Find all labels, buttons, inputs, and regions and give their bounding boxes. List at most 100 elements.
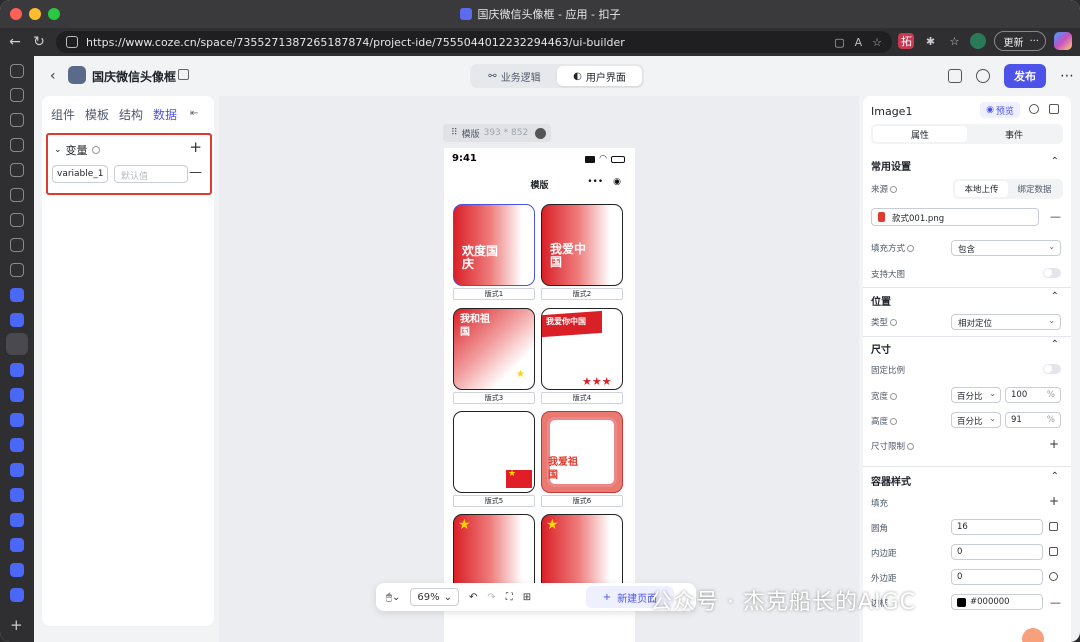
new-tab-plus-icon[interactable]: + (10, 616, 23, 634)
variable-name-input[interactable]: variable_1 (52, 165, 108, 183)
width-unit-select[interactable]: 百分比 ⌄ (951, 387, 1001, 403)
collapse-panel-icon[interactable]: ⇤ (190, 108, 202, 119)
tab-icon[interactable] (10, 188, 24, 202)
grid-icon[interactable]: ⊞ (523, 592, 531, 603)
reader-mode-icon[interactable]: ▢ (834, 36, 844, 49)
close-window-button[interactable] (10, 8, 22, 20)
zoom-select[interactable]: 69% ⌄ (410, 588, 460, 606)
margin-input[interactable]: 0 (951, 569, 1043, 585)
coze-tab-icon[interactable] (10, 513, 24, 527)
tab-data[interactable]: 数据 (153, 106, 177, 123)
coze-tab-icon[interactable] (10, 488, 24, 502)
copilot-icon[interactable] (1054, 32, 1072, 50)
frame-label[interactable]: ⠿ 模版 393 * 852 (443, 124, 551, 142)
remove-variable-button[interactable]: — (189, 165, 202, 180)
panel-menu-icon[interactable] (1049, 104, 1059, 114)
template-card[interactable]: 我和祖国 ★ (453, 308, 535, 390)
margin-icon[interactable] (1049, 572, 1058, 581)
favorite-star-icon[interactable]: ☆ (872, 36, 882, 49)
fill-mode-select[interactable]: 包含 ⌄ (951, 240, 1061, 256)
chevron-up-icon[interactable]: ⌃ (1051, 339, 1059, 350)
tab-structure[interactable]: 结构 (119, 106, 143, 123)
add-fill-button[interactable]: + (1049, 494, 1059, 508)
back-chevron-icon[interactable]: ‹ (50, 68, 56, 84)
template-card[interactable]: 我爱你中国 ★★★ (541, 308, 623, 390)
tab-components[interactable]: 组件 (51, 106, 75, 123)
mouse-mode-icon[interactable]: 🖱︎⌄ (386, 592, 400, 603)
coze-tab-icon[interactable] (10, 538, 24, 552)
maximize-window-button[interactable] (48, 8, 60, 20)
border-input[interactable]: #000000 (951, 594, 1043, 610)
width-input[interactable]: 100% (1005, 387, 1061, 403)
remove-border-button[interactable]: — (1050, 596, 1061, 609)
coze-tab-icon[interactable] (10, 413, 24, 427)
lock-ratio-toggle[interactable] (1043, 364, 1061, 374)
tab-icon[interactable] (10, 213, 24, 227)
corner-radius-icon[interactable] (1049, 522, 1058, 531)
height-input[interactable]: 91% (1005, 412, 1061, 428)
coze-tab-icon[interactable] (10, 438, 24, 452)
phone-frame[interactable]: 9:41 ◠ 模版 ••• ◉ 欢度国庆 版式1 我爱中国 版式2 我和祖国 ★… (444, 148, 635, 642)
zoom-support-toggle[interactable] (1043, 268, 1061, 278)
tab-user-interface[interactable]: ◐ 用户界面 (557, 66, 642, 86)
template-card[interactable]: 欢度国庆 (453, 204, 535, 286)
add-size-limit-button[interactable]: + (1049, 437, 1059, 451)
image-file-field[interactable]: 款式001.png (871, 208, 1039, 226)
tab-icon[interactable] (10, 163, 24, 177)
source-local-upload[interactable]: 本地上传 (955, 181, 1008, 197)
tab-templates[interactable]: 模板 (85, 106, 109, 123)
variable-default-input[interactable]: 默认值 (114, 165, 188, 183)
undo-icon[interactable]: ↶ (469, 592, 477, 603)
tab-icon[interactable] (10, 113, 24, 127)
position-type-select[interactable]: 相对定位 ⌄ (951, 314, 1061, 330)
minimize-window-button[interactable] (29, 8, 41, 20)
coze-tab-icon[interactable] (10, 563, 24, 577)
puzzle-extensions-icon[interactable]: ✱ (922, 33, 938, 49)
tab-icon[interactable] (10, 138, 24, 152)
chevron-up-icon[interactable]: ⌃ (1051, 471, 1059, 482)
template-card[interactable]: 我爱中国 (541, 204, 623, 286)
upload-box-icon[interactable] (948, 69, 962, 83)
target-icon[interactable]: ◉ (613, 177, 621, 187)
padding-input[interactable]: 0 (951, 544, 1043, 560)
read-aloud-icon[interactable]: A (855, 36, 863, 49)
history-icon[interactable] (976, 69, 990, 83)
back-arrow-icon[interactable]: ← (4, 31, 26, 53)
tab-icon[interactable] (10, 88, 24, 102)
publish-button[interactable]: 发布 (1004, 64, 1046, 88)
sidebar-toggle-icon[interactable] (10, 64, 24, 78)
tab-properties[interactable]: 属性 (873, 126, 967, 142)
site-info-icon[interactable] (66, 36, 78, 48)
template-card[interactable]: ★ (453, 411, 535, 493)
coze-tab-icon[interactable] (10, 313, 24, 327)
source-bind-data[interactable]: 绑定数据 (1008, 181, 1061, 197)
edit-title-icon[interactable] (178, 69, 189, 80)
drag-handle-icon[interactable]: ⠿ (451, 128, 458, 138)
chevron-up-icon[interactable]: ⌃ (1051, 291, 1059, 302)
favorites-icon[interactable]: ☆ (946, 33, 962, 49)
update-button[interactable]: 更新 ··· (994, 31, 1046, 51)
extension-icon[interactable]: 拓 (898, 33, 915, 49)
coze-tab-icon[interactable] (10, 388, 24, 402)
coze-tab-icon[interactable] (10, 363, 24, 377)
coze-tab-icon[interactable] (10, 288, 24, 302)
radius-input[interactable]: 16 (951, 519, 1043, 535)
redo-icon[interactable]: ↷ (487, 592, 495, 603)
settings-icon[interactable] (1029, 104, 1039, 114)
tab-events[interactable]: 事件 (967, 126, 1061, 142)
add-variable-button[interactable]: + (189, 138, 202, 156)
remove-file-button[interactable]: — (1050, 210, 1061, 223)
more-options-icon[interactable]: ⋯ (1060, 68, 1076, 84)
design-canvas[interactable]: ⠿ 模版 393 * 852 9:41 ◠ 模版 ••• ◉ 欢度国庆 版式1 (219, 96, 859, 642)
coze-tab-icon[interactable] (10, 463, 24, 477)
reload-icon[interactable]: ↻ (28, 31, 50, 53)
active-tab-icon[interactable] (6, 333, 28, 355)
color-swatch[interactable] (957, 598, 966, 607)
tab-business-logic[interactable]: ⚯ 业务逻辑 (472, 66, 557, 86)
profile-avatar-icon[interactable] (970, 33, 987, 49)
play-icon[interactable] (535, 127, 547, 139)
address-bar[interactable]: https://www.coze.cn/space/73552713872651… (56, 31, 892, 53)
tab-icon[interactable] (10, 263, 24, 277)
more-dots-icon[interactable]: ••• (587, 177, 603, 187)
coze-tab-icon[interactable] (10, 588, 24, 602)
